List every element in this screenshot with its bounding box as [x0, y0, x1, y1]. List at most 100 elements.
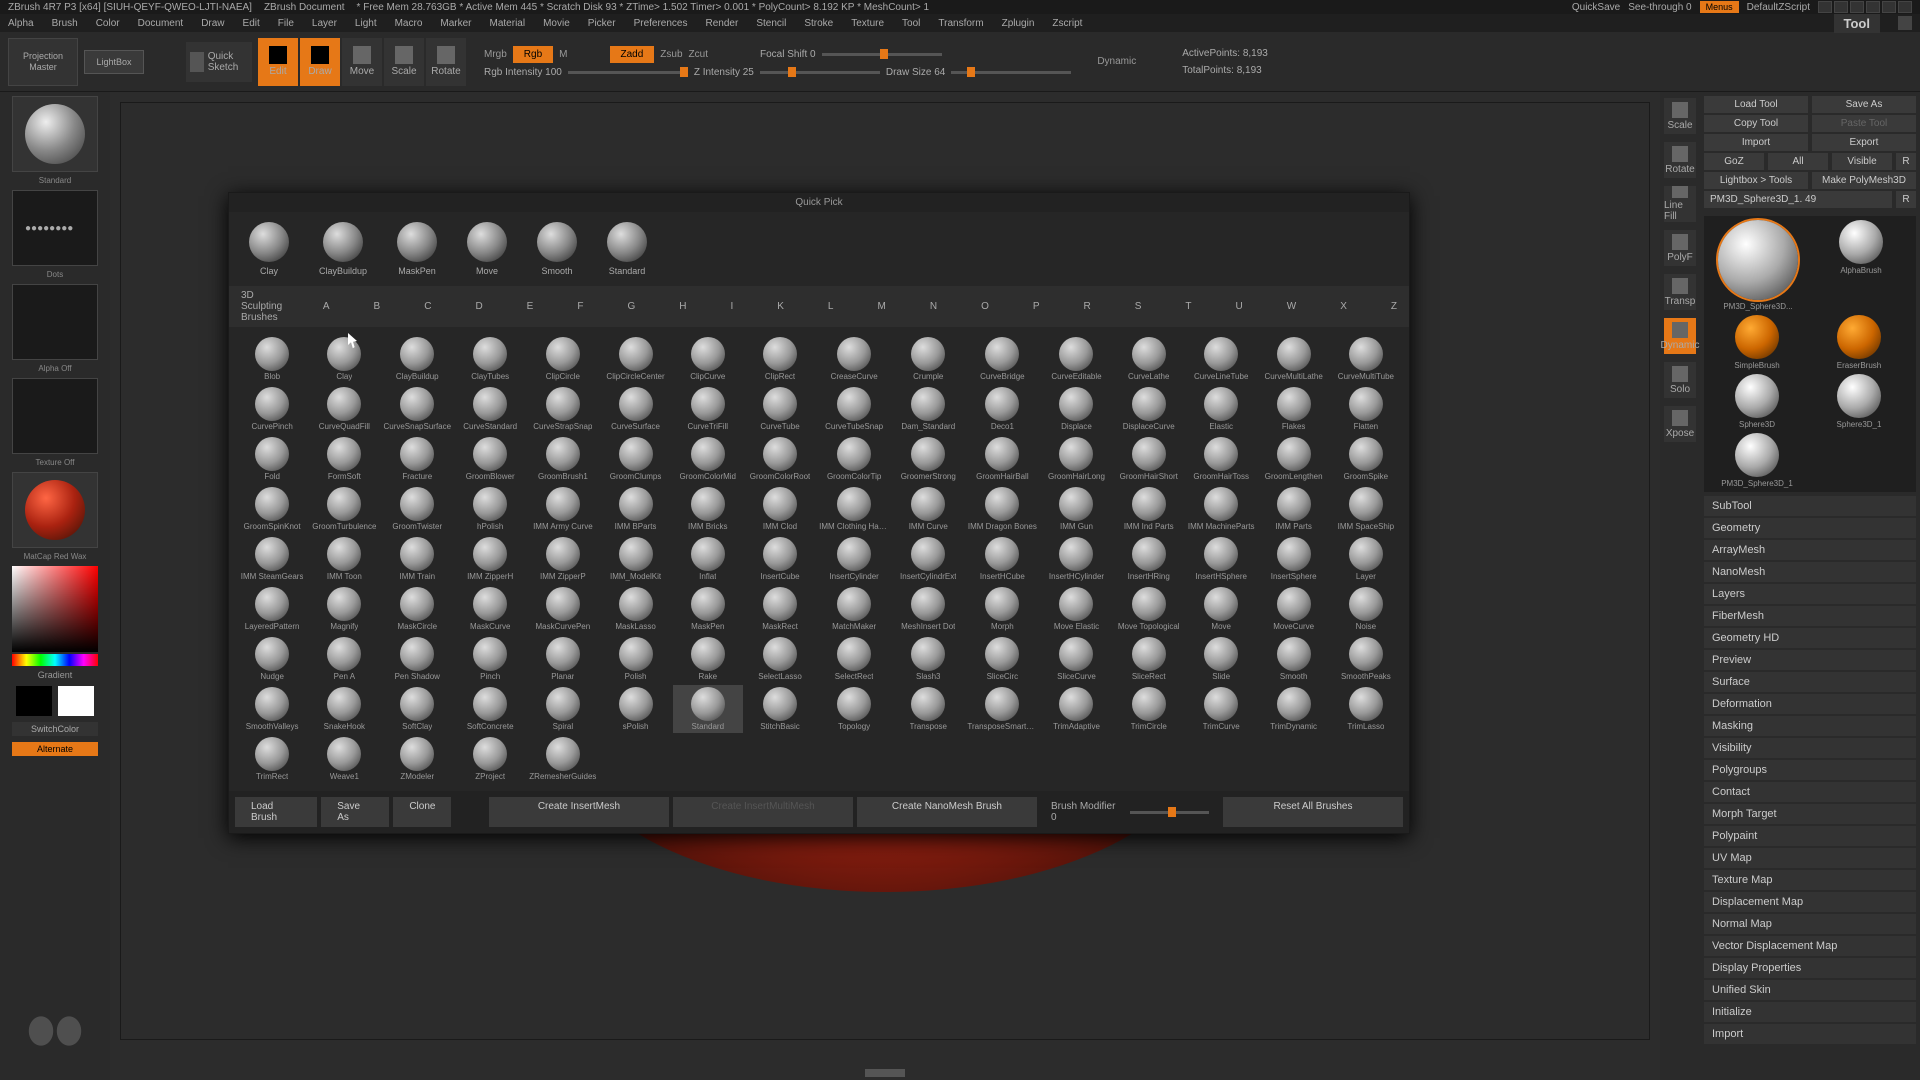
- brush-weave1[interactable]: Weave1: [309, 735, 379, 783]
- solo-button[interactable]: Solo: [1664, 362, 1696, 398]
- filter-letter-S[interactable]: S: [1135, 301, 1142, 312]
- filter-letter-E[interactable]: E: [527, 301, 534, 312]
- brush-flakes[interactable]: Flakes: [1259, 385, 1329, 433]
- menu-render[interactable]: Render: [706, 18, 739, 29]
- brush-claybuildup[interactable]: ClayBuildup: [381, 335, 453, 383]
- section-displacement-map[interactable]: Displacement Map: [1704, 892, 1916, 912]
- brush-blob[interactable]: Blob: [237, 335, 307, 383]
- section-initialize[interactable]: Initialize: [1704, 1002, 1916, 1022]
- brush-groomtwister[interactable]: GroomTwister: [381, 485, 453, 533]
- brush-meshinsert-dot[interactable]: MeshInsert Dot: [893, 585, 963, 633]
- brush-displace[interactable]: Displace: [1041, 385, 1111, 433]
- filter-letter-D[interactable]: D: [475, 301, 482, 312]
- brush-masklasso[interactable]: MaskLasso: [600, 585, 670, 633]
- goz-all-button[interactable]: All: [1768, 153, 1828, 170]
- section-arraymesh[interactable]: ArrayMesh: [1704, 540, 1916, 560]
- brush-hpolish[interactable]: hPolish: [455, 485, 525, 533]
- section-normal-map[interactable]: Normal Map: [1704, 914, 1916, 934]
- quicksave-button[interactable]: QuickSave: [1572, 2, 1620, 13]
- menubar-icon[interactable]: [1898, 16, 1912, 30]
- brush-standard[interactable]: Standard: [673, 685, 743, 733]
- section-import[interactable]: Import: [1704, 1024, 1916, 1044]
- brush-slicecurve[interactable]: SliceCurve: [1041, 635, 1111, 683]
- brush-groomblower[interactable]: GroomBlower: [455, 435, 525, 483]
- brush-noise[interactable]: Noise: [1331, 585, 1401, 633]
- filter-letter-W[interactable]: W: [1287, 301, 1296, 312]
- brush-curvequadfill[interactable]: CurveQuadFill: [309, 385, 379, 433]
- section-visibility[interactable]: Visibility: [1704, 738, 1916, 758]
- edit-mode-button[interactable]: Edit: [258, 38, 298, 86]
- brush-move-elastic[interactable]: Move Elastic: [1041, 585, 1111, 633]
- brush-imm-clod[interactable]: IMM Clod: [745, 485, 815, 533]
- window-close[interactable]: [1898, 1, 1912, 13]
- brush-curveeditable[interactable]: CurveEditable: [1041, 335, 1111, 383]
- menu-file[interactable]: File: [278, 18, 294, 29]
- brush-inflat[interactable]: Inflat: [673, 535, 743, 583]
- brush-curvesurface[interactable]: CurveSurface: [600, 385, 670, 433]
- brush-slash3[interactable]: Slash3: [893, 635, 963, 683]
- brush-inserthring[interactable]: InsertHRing: [1114, 535, 1184, 583]
- menu-picker[interactable]: Picker: [588, 18, 616, 29]
- filter-letter-K[interactable]: K: [777, 301, 784, 312]
- brush-slide[interactable]: Slide: [1186, 635, 1257, 683]
- brush-groomcolorroot[interactable]: GroomColorRoot: [745, 435, 815, 483]
- brush-curvesnapsurface[interactable]: CurveSnapSurface: [381, 385, 453, 433]
- menu-document[interactable]: Document: [138, 18, 184, 29]
- brush-maskrect[interactable]: MaskRect: [745, 585, 815, 633]
- brush-curvelinetube[interactable]: CurveLineTube: [1186, 335, 1257, 383]
- brush-polish[interactable]: Polish: [600, 635, 670, 683]
- filter-letter-P[interactable]: P: [1033, 301, 1040, 312]
- brush-zremesherguides[interactable]: ZRemesherGuides: [527, 735, 598, 783]
- saveas-tool-button[interactable]: Save As: [1812, 96, 1916, 113]
- section-contact[interactable]: Contact: [1704, 782, 1916, 802]
- brush-flatten[interactable]: Flatten: [1331, 385, 1401, 433]
- lightbox-button[interactable]: LightBox: [84, 50, 144, 74]
- brush-imm-train[interactable]: IMM Train: [381, 535, 453, 583]
- default-script[interactable]: DefaultZScript: [1747, 2, 1810, 13]
- brush-inserthcube[interactable]: InsertHCube: [965, 535, 1039, 583]
- filter-letter-Z[interactable]: Z: [1391, 301, 1397, 312]
- brush-smoothpeaks[interactable]: SmoothPeaks: [1331, 635, 1401, 683]
- brush-curvebridge[interactable]: CurveBridge: [965, 335, 1039, 383]
- brush-softclay[interactable]: SoftClay: [381, 685, 453, 733]
- brush-movecurve[interactable]: MoveCurve: [1259, 585, 1329, 633]
- clone-brush-button[interactable]: Clone: [393, 797, 451, 827]
- section-texture-map[interactable]: Texture Map: [1704, 870, 1916, 890]
- brush-elastic[interactable]: Elastic: [1186, 385, 1257, 433]
- menu-alpha[interactable]: Alpha: [8, 18, 34, 29]
- make-polymesh-button[interactable]: Make PolyMesh3D: [1812, 172, 1916, 189]
- goz-visible-button[interactable]: Visible: [1832, 153, 1892, 170]
- filter-letter-I[interactable]: I: [730, 301, 733, 312]
- window-button-2[interactable]: [1834, 1, 1848, 13]
- menu-stroke[interactable]: Stroke: [804, 18, 833, 29]
- filter-letter-F[interactable]: F: [577, 301, 583, 312]
- brush-imm-zipperh[interactable]: IMM ZipperH: [455, 535, 525, 583]
- brush-groombrush1[interactable]: GroomBrush1: [527, 435, 598, 483]
- lightbox-tools-button[interactable]: Lightbox > Tools: [1704, 172, 1808, 189]
- rgb-intensity-slider[interactable]: Rgb Intensity 100: [484, 67, 688, 78]
- brush-imm-zipperp[interactable]: IMM ZipperP: [527, 535, 598, 583]
- menu-marker[interactable]: Marker: [440, 18, 471, 29]
- brush-selectlasso[interactable]: SelectLasso: [745, 635, 815, 683]
- tool-thumb-3[interactable]: EraserBrush: [1810, 315, 1908, 370]
- brush-inserthsphere[interactable]: InsertHSphere: [1186, 535, 1257, 583]
- menu-texture[interactable]: Texture: [851, 18, 884, 29]
- texture-thumbnail[interactable]: Texture Off: [12, 378, 98, 454]
- brush-topology[interactable]: Topology: [817, 685, 891, 733]
- goz-r-button[interactable]: R: [1896, 153, 1916, 170]
- section-masking[interactable]: Masking: [1704, 716, 1916, 736]
- brush-slicerect[interactable]: SliceRect: [1114, 635, 1184, 683]
- stroke-thumbnail[interactable]: ●●●●●●●●Dots: [12, 190, 98, 266]
- filter-letter-R[interactable]: R: [1084, 301, 1091, 312]
- filter-letter-U[interactable]: U: [1236, 301, 1243, 312]
- brush-matchmaker[interactable]: MatchMaker: [817, 585, 891, 633]
- m-button[interactable]: M: [559, 49, 567, 60]
- filter-letter-N[interactable]: N: [930, 301, 937, 312]
- swatch-black[interactable]: [16, 686, 52, 716]
- filter-letter-B[interactable]: B: [374, 301, 381, 312]
- section-surface[interactable]: Surface: [1704, 672, 1916, 692]
- brush-groomhairball[interactable]: GroomHairBall: [965, 435, 1039, 483]
- line-fill-button[interactable]: Line Fill: [1664, 186, 1696, 222]
- dynamic-label[interactable]: Dynamic: [1097, 56, 1136, 67]
- tool-r-button[interactable]: R: [1896, 191, 1916, 208]
